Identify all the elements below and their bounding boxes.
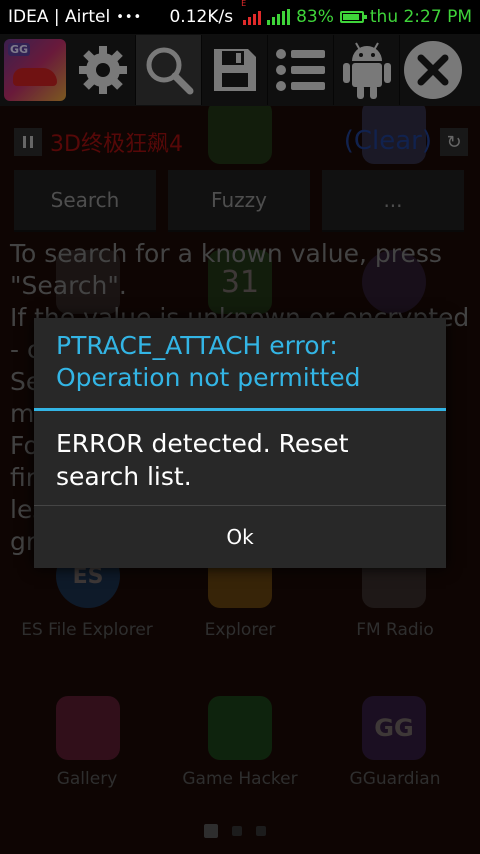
carrier-label: IDEA | Airtel [8,7,111,27]
more-notifications-dots: ••• [116,9,143,25]
signal-sim1-icon: E [241,0,262,25]
dialog-message: ERROR detected. Reset search list. [56,429,349,491]
dialog-title: PTRACE_ATTACH error: Operation not permi… [56,331,361,392]
clock: thu 2:27 PM [369,7,472,27]
ok-button[interactable]: Ok [34,506,446,568]
status-bar: IDEA | Airtel ••• 0.12K/s E 83% thu 2:27… [0,0,480,34]
signal-sim2-icon [267,9,291,25]
edge-badge: E [241,0,247,8]
error-dialog: PTRACE_ATTACH error: Operation not permi… [34,318,446,568]
network-speed: 0.12K/s [169,7,234,27]
battery-icon [339,11,367,23]
battery-percent: 83% [296,7,334,27]
